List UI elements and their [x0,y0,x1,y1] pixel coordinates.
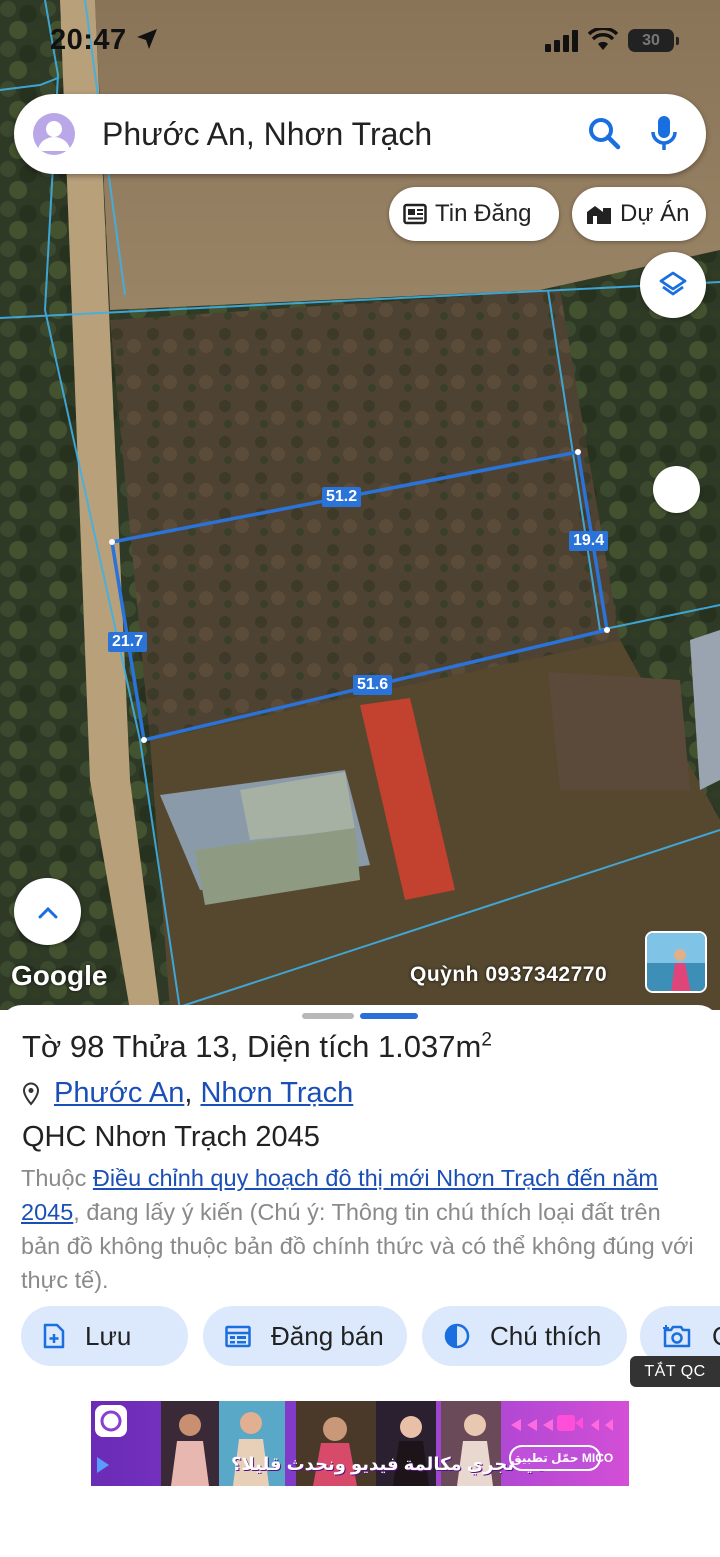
chip-du-an[interactable]: Dự Án [572,187,706,241]
search-icon[interactable] [587,116,621,150]
ward-link[interactable]: Phước An [54,1077,184,1109]
save-label: Lưu [85,1320,132,1351]
chevron-up-icon [38,906,57,918]
ad-text: هيا نجري مكالمة فيديو ونحدث قليلا؟ [231,1454,546,1474]
status-bar: 20:47 30 [0,0,720,80]
sheet-handle[interactable] [302,1013,354,1019]
camera-icon [663,1325,691,1348]
desc-suffix: , đang lấy ý kiến (Chú ý: Thông tin chú … [21,1199,694,1293]
google-attribution: Google [11,960,108,991]
contact-watermark: Quỳnh 0937342770 [410,963,608,986]
user-avatar-icon [38,121,70,151]
search-bar[interactable]: Phước An, Nhơn Trạch [14,94,706,174]
avatar[interactable] [33,113,75,155]
legend-label: Chú thích [490,1320,602,1351]
map-view[interactable]: 51.2 19.4 21.7 51.6 20:47 30 Phước An, N… [0,0,720,1010]
status-time: 20:47 [50,24,127,56]
battery-indicator: 30 [628,29,679,52]
district-link[interactable]: Nhơn Trạch [200,1077,353,1109]
title-prefix: Tờ [22,1029,62,1064]
location-pin-icon [22,1082,40,1106]
action-row: Lưu Đăng bán Chú thích [0,1306,720,1368]
close-ad-button[interactable]: TẮT QC [630,1356,720,1387]
dimension-label-right: 19.4 [569,531,609,551]
parcel-number: 13 [195,1029,230,1064]
post-for-sale-label: Đăng bán [271,1320,384,1351]
planning-name: QHC Nhơn Trạch 2045 [22,1121,320,1153]
layers-button[interactable] [640,252,706,318]
post-for-sale-button[interactable]: Đăng bán [203,1306,407,1366]
chip-du-an-label: Dự Án [620,200,690,227]
expand-up-button[interactable] [14,878,81,945]
sheet-number: 98 [69,1029,105,1064]
chip-tin-dang-label: Tin Đăng [435,200,532,227]
ad-brand: حمّل تطبيق MICO [509,1445,613,1471]
ad-banner[interactable]: هيا نجري مكالمة فيديو ونحدث قليلا؟ حمّل … [91,1401,629,1486]
camera-label: C [712,1321,720,1352]
layers-icon [659,271,687,296]
location-arrow-icon [137,29,157,49]
map-handle-dot[interactable] [653,466,700,513]
sheet-handle-active[interactable] [360,1013,418,1019]
profile-thumbnail[interactable] [645,931,707,993]
cellular-signal-icon [545,30,578,52]
chip-tin-dang[interactable]: Tin Đăng [389,187,559,241]
save-doc-icon [43,1323,65,1349]
contrast-icon [444,1323,470,1349]
area-label: Diện tích [246,1029,370,1064]
dimension-label-bottom: 51.6 [353,675,393,695]
legend-button[interactable]: Chú thích [422,1306,627,1366]
microphone-icon[interactable] [650,114,678,154]
parcel-title: Tờ 98 Thửa 13, Diện tích 1.037m2 [22,1029,492,1064]
dimension-label-top: 51.2 [322,487,362,507]
listing-icon [225,1325,251,1348]
dimension-label-left: 21.7 [108,632,148,652]
parcel-word: Thửa [112,1029,187,1064]
profile-photo [647,933,705,991]
wifi-icon [588,28,618,50]
newspaper-icon [403,203,427,225]
area-unit-sup: 2 [481,1029,492,1051]
area-value: 1.037m [377,1029,482,1064]
buildings-icon [587,206,611,224]
desc-prefix: Thuộc [21,1165,87,1191]
planning-description: Thuộc Điều chỉnh quy hoạch đô thị mới Nh… [21,1161,701,1297]
save-button[interactable]: Lưu [21,1306,188,1366]
parcel-location: Phước An, Nhơn Trạch [22,1077,353,1110]
parcel-info-sheet[interactable]: Tờ 98 Thửa 13, Diện tích 1.037m2 Phước A… [0,1005,720,1557]
search-input[interactable]: Phước An, Nhơn Trạch [102,116,432,153]
